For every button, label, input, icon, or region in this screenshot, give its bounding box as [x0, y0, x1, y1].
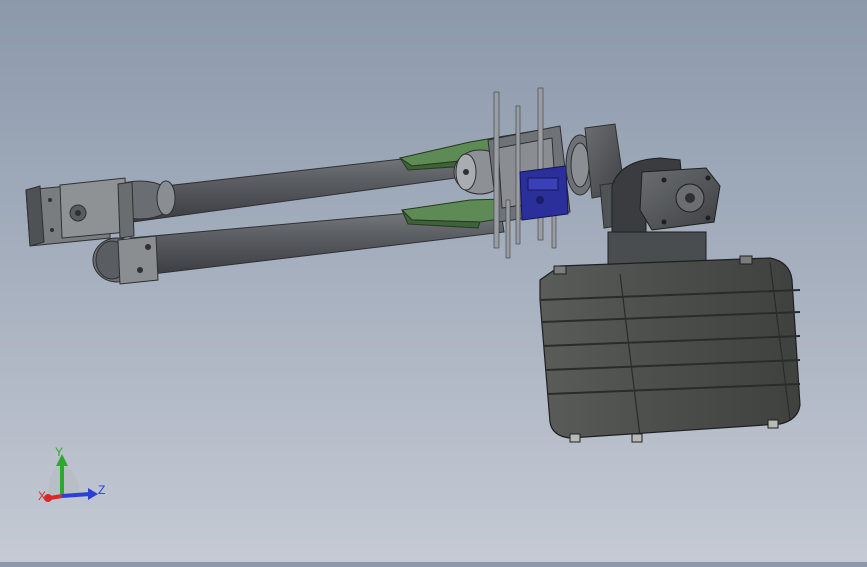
battery-case[interactable]: [539, 255, 801, 443]
z-axis-line: [61, 492, 91, 498]
graphics-viewport[interactable]: Y Z X: [0, 0, 867, 562]
y-axis-label: Y: [55, 445, 63, 459]
model-canvas[interactable]: Y Z X: [0, 0, 867, 562]
gripper-servo[interactable]: [519, 165, 569, 221]
lower-tube-clamp[interactable]: [117, 235, 159, 285]
coordinate-triad: Y Z X: [38, 445, 105, 503]
x-axis-label: X: [38, 489, 46, 503]
base-stepper-motor[interactable]: [639, 167, 721, 231]
z-axis-label: Z: [98, 483, 105, 497]
z-axis-arrow: [88, 488, 98, 500]
left-end-bracket[interactable]: [25, 177, 135, 247]
